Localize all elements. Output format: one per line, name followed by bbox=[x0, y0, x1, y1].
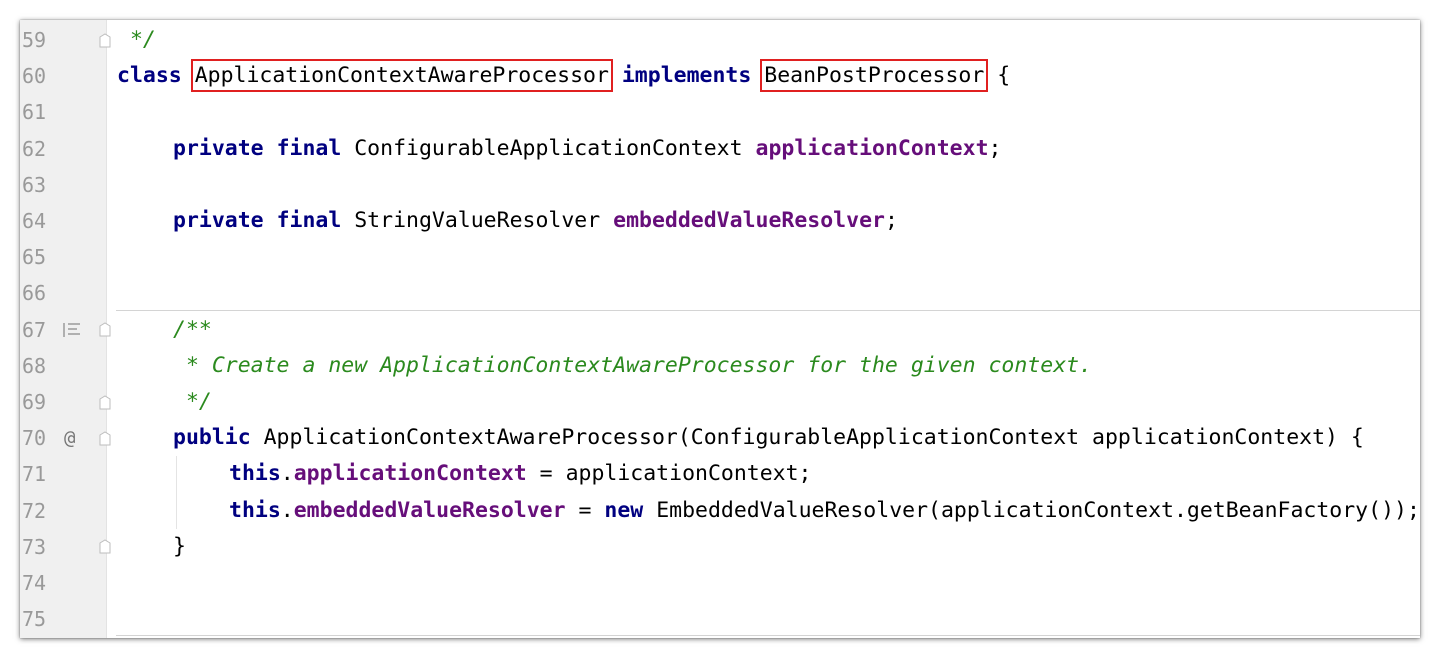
line-number: 75 bbox=[22, 607, 47, 632]
line-number: 63 bbox=[22, 172, 47, 197]
line-number: 61 bbox=[22, 100, 47, 125]
code-line[interactable]: 65 bbox=[20, 239, 1420, 275]
code-token: StringValueResolver bbox=[341, 208, 614, 233]
field-token: applicationContext bbox=[293, 461, 527, 487]
line-number: 65 bbox=[22, 245, 47, 270]
code-token: . bbox=[280, 497, 294, 523]
line-number: 73 bbox=[22, 534, 47, 559]
code-line[interactable]: 74 bbox=[20, 565, 1420, 601]
code-line[interactable]: 72 this.embeddedValueResolver = new Embed… bbox=[20, 493, 1420, 529]
code-token: } bbox=[173, 533, 186, 559]
fold-marker-icon[interactable] bbox=[98, 312, 112, 348]
code-text: */ bbox=[117, 22, 156, 58]
field-token: embeddedValueResolver bbox=[293, 497, 566, 523]
code-text: * Create a new ApplicationContextAwarePr… bbox=[173, 348, 1092, 384]
code-token: ApplicationContextAwareProcessor(Configu… bbox=[250, 425, 1364, 451]
code-text: class ApplicationContextAwareProcessor i… bbox=[117, 58, 1010, 94]
line-number: 70 bbox=[22, 426, 47, 451]
line-number: 71 bbox=[22, 462, 47, 487]
keyword-token: public bbox=[173, 425, 251, 451]
field-token: applicationContext bbox=[755, 135, 989, 161]
keyword-token: final bbox=[276, 208, 342, 233]
code-text: */ bbox=[173, 384, 212, 420]
code-token: { bbox=[984, 63, 1011, 89]
code-line[interactable]: 64 private final StringValueResolver embe… bbox=[20, 203, 1420, 239]
code-token: = bbox=[565, 497, 605, 523]
code-token: ; bbox=[884, 208, 898, 233]
line-number: 67 bbox=[22, 317, 47, 342]
render-doc-icon[interactable] bbox=[62, 312, 82, 348]
keyword-token: this bbox=[229, 461, 281, 487]
fold-marker-icon[interactable] bbox=[98, 420, 112, 456]
code-line[interactable]: 73} bbox=[20, 529, 1420, 565]
code-line[interactable]: 69 */ bbox=[20, 384, 1420, 420]
highlighted-identifier: ApplicationContextAwareProcessor bbox=[190, 59, 613, 93]
method-separator bbox=[116, 635, 1420, 637]
fold-marker-icon[interactable] bbox=[98, 22, 112, 58]
code-token: ; bbox=[988, 135, 1002, 161]
comment-token: */ bbox=[117, 27, 156, 52]
line-number: 66 bbox=[22, 281, 47, 306]
line-number: 69 bbox=[22, 390, 47, 414]
code-line[interactable]: 61 bbox=[20, 94, 1420, 130]
code-line[interactable]: 60 class ApplicationContextAwareProcessor… bbox=[20, 58, 1420, 94]
keyword-token: new bbox=[604, 497, 644, 523]
override-annotation-icon[interactable]: @ bbox=[64, 420, 75, 456]
code-editor[interactable]: 59 */ 60 class ApplicationContextAwareProc… bbox=[20, 20, 1420, 638]
keyword-token: final bbox=[276, 135, 342, 161]
line-number: 60 bbox=[22, 64, 47, 89]
code-text: this.embeddedValueResolver = new Embedde… bbox=[229, 493, 1420, 529]
fold-marker-icon[interactable] bbox=[98, 529, 112, 565]
line-number: 68 bbox=[22, 353, 47, 378]
code-line[interactable]: 59 */ bbox=[20, 22, 1420, 58]
code-token: . bbox=[280, 461, 294, 487]
highlighted-identifier: BeanPostProcessor bbox=[760, 59, 989, 93]
code-line[interactable]: 63 bbox=[20, 167, 1420, 203]
code-line[interactable]: 62 private final ConfigurableApplicationC… bbox=[20, 131, 1420, 167]
code-text: private final StringValueResolver embedd… bbox=[173, 203, 898, 239]
line-number: 74 bbox=[22, 571, 47, 595]
code-line[interactable]: 75 bbox=[20, 601, 1420, 637]
line-number: 64 bbox=[22, 209, 47, 233]
editor-window: 59 */ 60 class ApplicationContextAwareProc… bbox=[20, 20, 1420, 638]
code-text: this.applicationContext = applicationCon… bbox=[229, 456, 812, 492]
code-line[interactable]: 68 * Create a new ApplicationContextAwar… bbox=[20, 348, 1420, 384]
code-text: /** bbox=[173, 312, 212, 348]
field-token: embeddedValueResolver bbox=[613, 208, 885, 233]
indent-guide bbox=[176, 456, 177, 529]
comment-token: /** bbox=[173, 316, 212, 342]
line-number: 59 bbox=[22, 28, 47, 52]
fold-marker-icon[interactable] bbox=[98, 384, 112, 420]
keyword-token: this bbox=[229, 497, 281, 523]
keyword-token: implements bbox=[621, 63, 752, 89]
code-text: } bbox=[173, 529, 186, 565]
code-line[interactable]: 67 /** bbox=[20, 312, 1420, 348]
code-line[interactable]: 71 this.applicationContext = applicationC… bbox=[20, 456, 1420, 492]
code-text: public ApplicationContextAwareProcessor(… bbox=[173, 420, 1364, 456]
keyword-token: private bbox=[173, 208, 264, 233]
method-separator bbox=[116, 309, 1420, 311]
comment-token: */ bbox=[173, 389, 212, 414]
keyword-token: class bbox=[117, 63, 182, 89]
code-text: private final ConfigurableApplicationCon… bbox=[173, 131, 1001, 167]
code-line[interactable]: 70 @ public ApplicationContextAwareProcess… bbox=[20, 420, 1420, 456]
comment-token: * Create a new ApplicationContextAwarePr… bbox=[173, 352, 1093, 378]
keyword-token: private bbox=[173, 135, 264, 161]
line-number: 72 bbox=[22, 498, 47, 523]
code-line[interactable]: 66 bbox=[20, 275, 1420, 311]
code-token: ConfigurableApplicationContext bbox=[341, 135, 756, 161]
code-token: EmbeddedValueResolver(applicationContext… bbox=[643, 497, 1420, 523]
line-number: 62 bbox=[22, 136, 47, 161]
code-token: = applicationContext; bbox=[526, 461, 812, 487]
